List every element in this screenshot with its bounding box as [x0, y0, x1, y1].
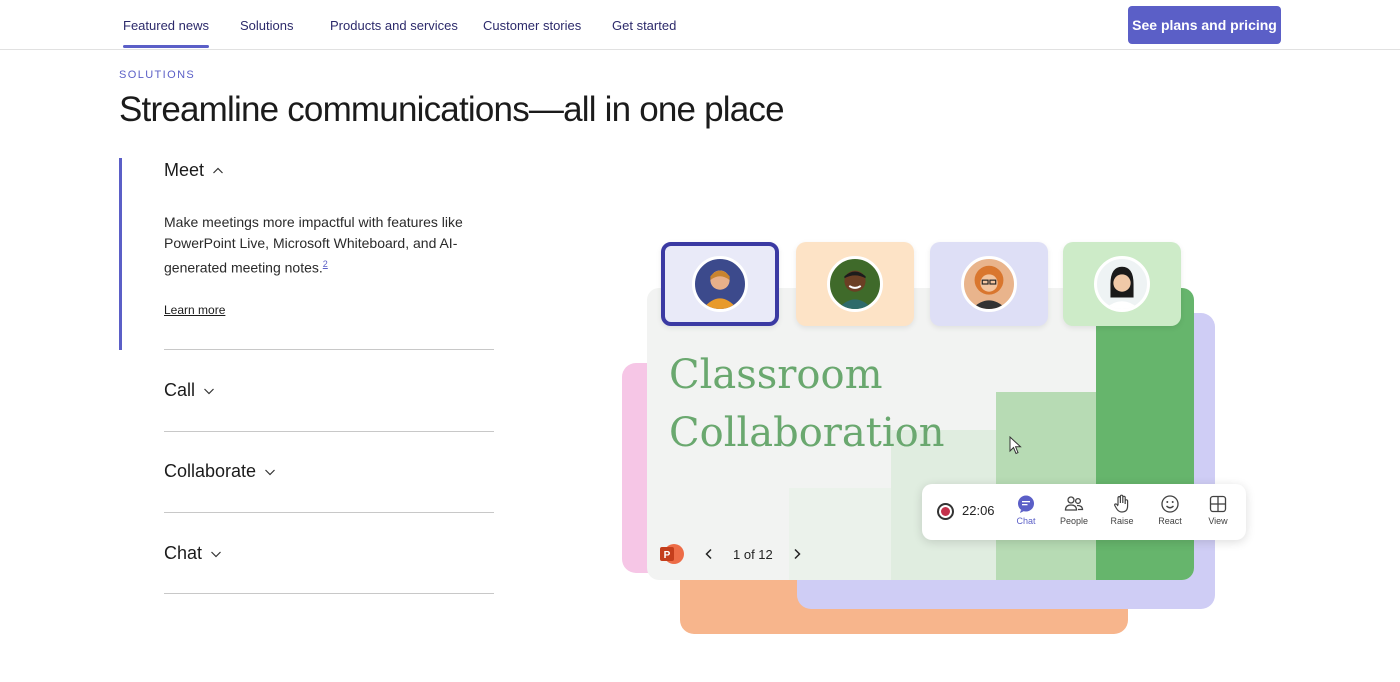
smiley-icon — [1161, 495, 1179, 513]
participant-tile — [796, 242, 914, 326]
chevron-up-icon — [213, 167, 223, 173]
accordion-divider — [164, 512, 494, 513]
participant-tile-active — [661, 242, 779, 326]
slide-pager: P 1 of 12 — [659, 542, 807, 566]
participant-avatar — [961, 256, 1017, 312]
participant-tile — [930, 242, 1048, 326]
accordion-divider — [164, 349, 494, 350]
control-label: People — [1059, 516, 1089, 526]
participant-avatar — [1094, 256, 1150, 312]
control-label: Chat — [1016, 516, 1036, 526]
accordion-label: Collaborate — [164, 461, 257, 481]
accordion-divider — [164, 431, 494, 432]
control-label: View — [1208, 516, 1228, 526]
see-plans-and-pricing-button[interactable]: See plans and pricing — [1128, 6, 1281, 44]
learn-more-link[interactable]: Learn more — [164, 303, 225, 317]
nav-tab-customer-stories[interactable]: Customer stories — [483, 0, 581, 50]
chevron-down-icon — [204, 388, 214, 394]
nav-tab-label: Featured news — [123, 17, 209, 33]
nav-tab-label: Customer stories — [483, 17, 582, 33]
powerpoint-icon: P — [659, 542, 685, 566]
slide-graphic-block — [789, 488, 891, 580]
participant-avatar — [827, 256, 883, 312]
nav-tab-label: Products and services — [330, 17, 458, 33]
footnote-link[interactable]: 2 — [323, 259, 328, 269]
active-accordion-indicator — [119, 158, 122, 350]
control-label: React — [1158, 516, 1182, 526]
slide-title: Classroom Collaboration — [669, 346, 945, 462]
control-label: Raise — [1110, 516, 1134, 526]
person-icon — [837, 270, 873, 309]
chevron-left-icon — [705, 548, 712, 560]
decorative-card-lavender — [797, 313, 1215, 609]
chevron-right-icon — [794, 548, 801, 560]
slide-title-line: Collaboration — [669, 410, 945, 456]
chat-control-button[interactable]: Chat — [1006, 494, 1046, 526]
person-icon — [971, 265, 1007, 309]
chat-icon — [1018, 495, 1034, 513]
raise-hand-control-button[interactable]: Raise — [1102, 494, 1142, 526]
nav-tab-get-started[interactable]: Get started — [612, 0, 676, 50]
mouse-cursor-icon — [1009, 436, 1022, 455]
participant-tile — [1063, 242, 1181, 326]
accordion-item-meet[interactable]: Meet — [164, 160, 224, 181]
chevron-down-icon — [211, 551, 221, 557]
view-control-button[interactable]: View — [1198, 494, 1238, 526]
accordion-item-chat[interactable]: Chat — [164, 543, 222, 564]
top-navigation: Featured news Solutions Products and ser… — [0, 0, 1400, 50]
section-eyebrow: SOLUTIONS — [119, 69, 196, 81]
slide-title-line: Classroom — [669, 352, 883, 398]
previous-slide-button[interactable] — [699, 544, 719, 564]
accordion-divider — [164, 593, 494, 594]
people-control-button[interactable]: People — [1054, 494, 1094, 526]
raise-hand-icon — [1114, 494, 1129, 513]
accordion-item-collaborate[interactable]: Collaborate — [164, 461, 276, 482]
nav-tab-label: Get started — [612, 17, 677, 33]
nav-tab-featured-news[interactable]: Featured news — [123, 0, 209, 50]
accordion-label: Chat — [164, 543, 203, 563]
nav-tab-products-and-services[interactable]: Products and services — [330, 0, 458, 50]
page-title: Streamline communications—all in one pla… — [119, 90, 785, 129]
meet-description: Make meetings more impactful with featur… — [164, 212, 474, 279]
next-slide-button[interactable] — [787, 544, 807, 564]
grid-view-icon — [1209, 495, 1227, 513]
meet-description-text: Make meetings more impactful with featur… — [164, 214, 463, 276]
nav-tab-solutions[interactable]: Solutions — [240, 0, 293, 50]
person-icon — [702, 270, 738, 309]
meeting-controls-bar: 22:06 Chat People Raise React View — [922, 484, 1246, 540]
accordion-label: Call — [164, 380, 196, 400]
chevron-down-icon — [265, 469, 275, 475]
meeting-timer: 22:06 — [962, 503, 995, 518]
nav-tab-label: Solutions — [240, 17, 294, 33]
react-control-button[interactable]: React — [1150, 494, 1190, 526]
person-icon — [1104, 266, 1140, 309]
record-icon — [937, 503, 954, 520]
accordion-label: Meet — [164, 160, 205, 180]
accordion-item-call[interactable]: Call — [164, 380, 215, 401]
participant-avatar — [692, 256, 748, 312]
slide-page-indicator: 1 of 12 — [733, 546, 773, 562]
people-icon — [1064, 496, 1084, 511]
svg-text:P: P — [664, 550, 671, 561]
